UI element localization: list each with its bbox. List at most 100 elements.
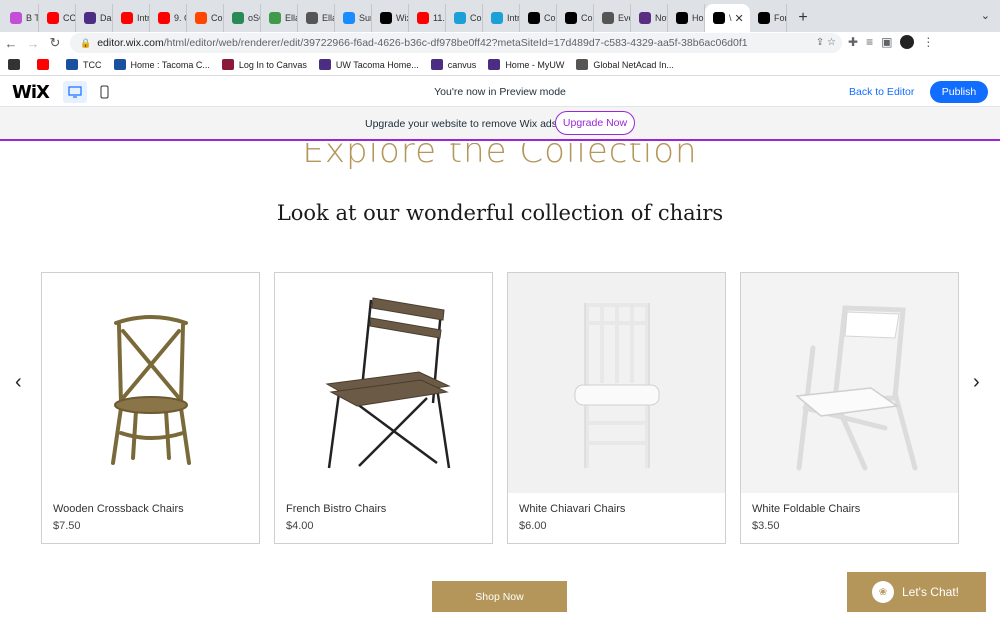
bookmark-item[interactable]: UW Tacoma Home... (318, 59, 419, 70)
browser-tab[interactable]: 9. C (150, 4, 187, 32)
chat-bubble-icon: ❀ (872, 581, 894, 603)
bookmark-item[interactable]: Log In to Canvas (221, 59, 307, 70)
url-path: /html/editor/web/renderer/edit/39722966-… (163, 37, 748, 49)
browser-tab[interactable]: Con (520, 4, 557, 32)
bookmark-item[interactable]: Global NetAcad In... (576, 59, 674, 70)
youtube-icon (158, 12, 170, 24)
product-price: $6.00 (519, 520, 547, 532)
tab-label: Con (211, 13, 223, 23)
extension-icons: ✚ ≡ ▣ ⋮ (848, 35, 934, 49)
product-card[interactable]: French Bistro Chairs $4.00 (274, 272, 493, 544)
browser-tab[interactable]: Intr (113, 4, 150, 32)
browser-tab[interactable]: 11.1 (409, 4, 446, 32)
browser-tab[interactable]: oSC (224, 4, 261, 32)
product-name[interactable]: Wooden Crossback Chairs (53, 503, 184, 515)
browser-tab[interactable]: Not (631, 4, 668, 32)
side-panel-icon[interactable]: ▣ (881, 35, 892, 49)
wix-icon (758, 12, 770, 24)
product-name[interactable]: White Chiavari Chairs (519, 503, 625, 515)
collection-heading: Explore the Collection (302, 143, 698, 171)
product-price: $7.50 (53, 520, 81, 532)
lock-icon: 🔒 (80, 37, 92, 48)
browser-tab[interactable]: Ella (261, 4, 298, 32)
tcc-icon (66, 59, 78, 70)
bookmark-label: Home : Tacoma C... (130, 59, 210, 70)
uw-icon (84, 12, 96, 24)
bookmark-label: Log In to Canvas (238, 59, 307, 70)
tab-search-chevron-icon[interactable]: ⌄ (981, 9, 990, 22)
product-price: $3.50 (752, 520, 780, 532)
product-name[interactable]: French Bistro Chairs (286, 503, 386, 515)
back-to-editor-link[interactable]: Back to Editor (849, 86, 914, 98)
browser-tab[interactable]: Hon (668, 4, 705, 32)
tab-label: B Ty (26, 13, 39, 23)
extensions-puzzle-icon[interactable]: ✚ (848, 35, 858, 49)
carousel-next-icon[interactable]: › (973, 371, 980, 394)
tab-label: Das (100, 13, 112, 23)
browser-tab[interactable]: Cou (446, 4, 483, 32)
youtube-icon (417, 12, 429, 24)
tab-label: Fon (774, 13, 786, 23)
url-host: editor.wix.com (97, 37, 164, 49)
product-card[interactable]: Wooden Crossback Chairs $7.50 (41, 272, 260, 544)
tab-label: Hon (692, 13, 704, 23)
profile-avatar[interactable] (900, 35, 915, 49)
address-bar[interactable]: 🔒 editor.wix.com/html/editor/web/rendere… (70, 33, 842, 53)
browser-tab[interactable]: CCN (39, 4, 76, 32)
product-card[interactable]: White Foldable Chairs $3.50 (740, 272, 959, 544)
upgrade-now-button[interactable]: Upgrade Now (555, 111, 635, 135)
bookmark-item[interactable] (37, 59, 54, 70)
bookmark-item[interactable] (8, 59, 25, 70)
youtube-icon (121, 12, 133, 24)
browser-tab[interactable]: Wix (372, 4, 409, 32)
uw-icon (430, 59, 443, 70)
browser-toolbar: ← → ↻ 🔒 editor.wix.com/html/editor/web/r… (0, 32, 1000, 54)
bookmark-item[interactable]: Home - MyUW (488, 59, 564, 70)
reload-icon[interactable]: ↻ (44, 35, 66, 51)
wix-preview-bar: WiX You're now in Preview mode Back to E… (0, 77, 1000, 107)
browser-tab[interactable]: Con (187, 4, 224, 32)
browser-tab[interactable]: Eve (594, 4, 631, 32)
cisco-icon (576, 59, 589, 70)
carousel-prev-icon[interactable]: ‹ (15, 371, 22, 394)
new-tab-button[interactable]: + (793, 4, 813, 32)
reading-list-icon[interactable]: ≡ (866, 35, 873, 49)
shop-now-button[interactable]: Shop Now (432, 581, 567, 612)
upgrade-text: Upgrade your website to remove Wix ads (365, 118, 557, 130)
reddit-icon (195, 12, 207, 24)
chat-widget-button[interactable]: ❀ Let's Chat! (847, 572, 986, 612)
share-icon[interactable]: ⇪ ☆ (816, 37, 836, 48)
tab-label: Intr (507, 13, 520, 23)
youtube-icon (47, 12, 59, 24)
wooden-crossback-chair-image (42, 273, 259, 493)
browser-tab[interactable]: Das (76, 4, 113, 32)
browser-tab[interactable]: Con (557, 4, 594, 32)
site-content: Explore the Collection Look at our wonde… (0, 143, 1000, 625)
publish-button[interactable]: Publish (930, 81, 988, 103)
menu-kebab-icon[interactable]: ⋮ (922, 35, 934, 49)
browser-tab[interactable]: Fon (750, 4, 787, 32)
forward-arrow-icon[interactable]: → (22, 36, 44, 51)
printer-icon (8, 59, 20, 70)
tab-label: Ella (322, 13, 334, 23)
bookmark-label: Global NetAcad In... (593, 59, 674, 70)
crown-icon (602, 12, 614, 24)
white-foldable-chair-image (741, 273, 958, 493)
browser-tab[interactable]: Ella (298, 4, 335, 32)
tab-close-icon[interactable]: ✕ (735, 12, 744, 25)
product-name[interactable]: White Foldable Chairs (752, 503, 860, 515)
product-price: $4.00 (286, 520, 314, 532)
browser-tab[interactable]: Intr (483, 4, 520, 32)
browser-tab-strip: B Ty CCN Das Intr 9. C Con oSC Ella Ella Sun Wix 11… (0, 0, 1000, 32)
product-card[interactable]: White Chiavari Chairs $6.00 (507, 272, 726, 544)
browser-tab[interactable]: Sun (335, 4, 372, 32)
cisco-icon (454, 12, 466, 24)
back-arrow-icon[interactable]: ← (0, 36, 22, 51)
browser-tab[interactable]: \ ✕ (705, 4, 750, 32)
browser-tab[interactable]: B Ty (2, 4, 39, 32)
tab-label: Wix (396, 13, 408, 23)
tab-label: Sun (359, 13, 371, 23)
bookmark-item[interactable]: TCC (66, 59, 102, 70)
bookmark-item[interactable]: Home : Tacoma C... (113, 59, 210, 70)
bookmark-item[interactable]: canvus (430, 59, 476, 70)
